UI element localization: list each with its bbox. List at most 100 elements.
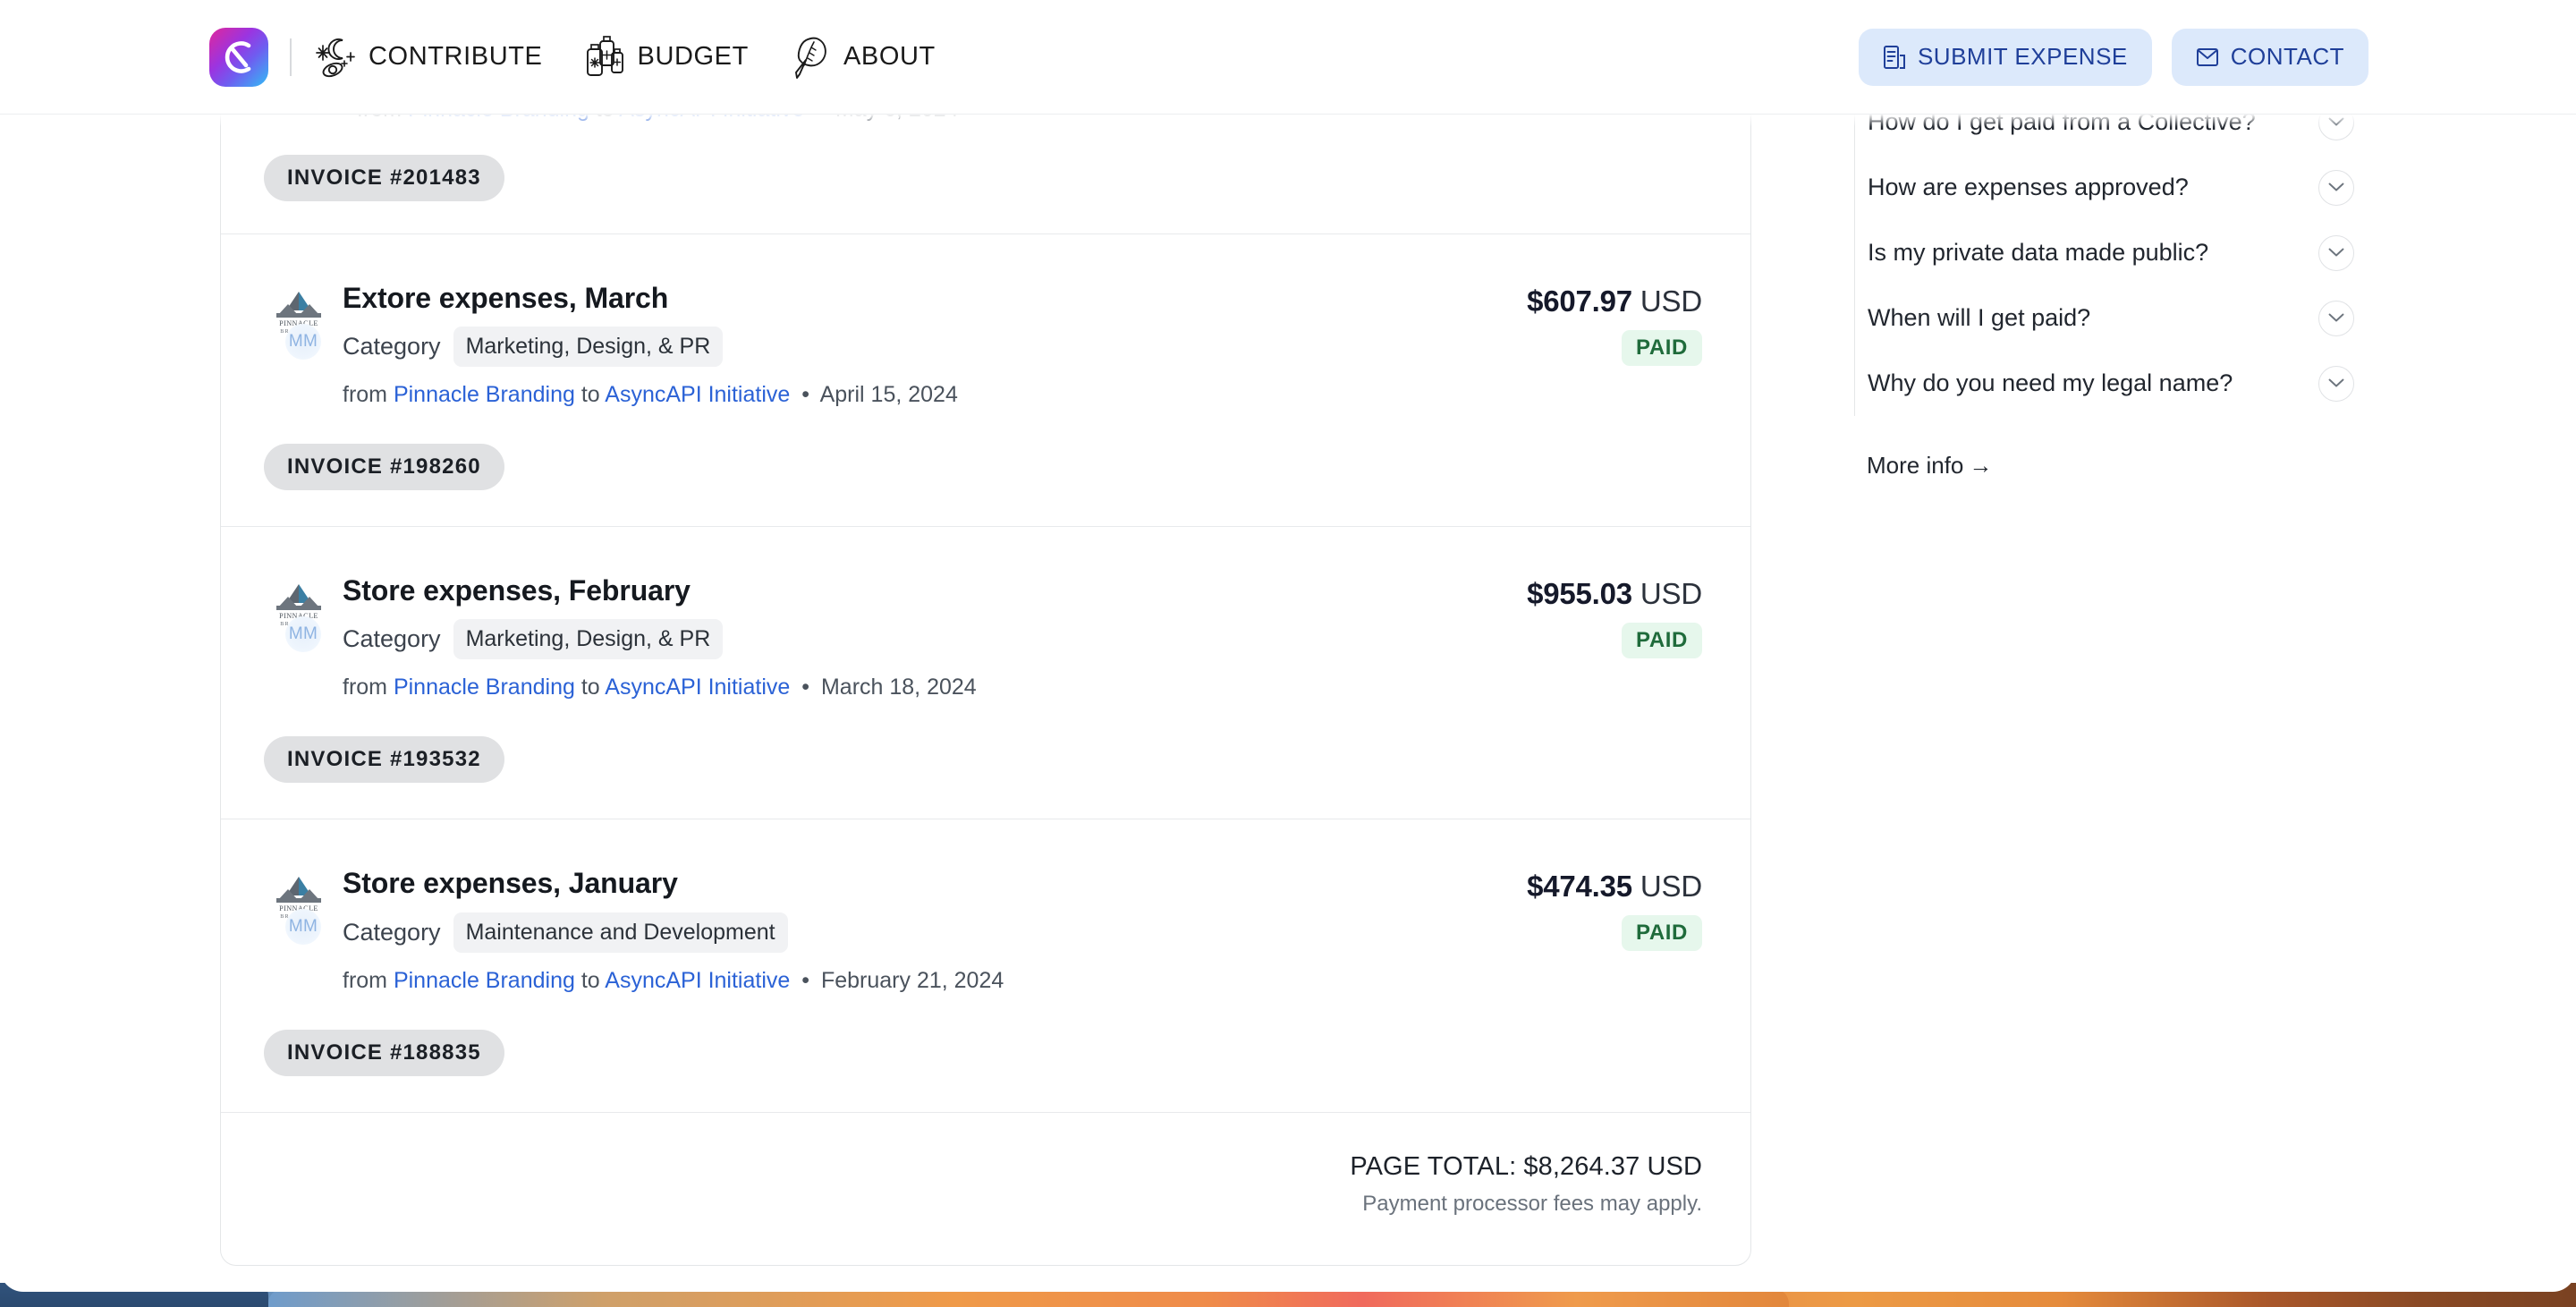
category-label: Category — [343, 333, 441, 361]
page-content: from Pinnacle Branding to AsyncAPI Initi… — [0, 0, 2576, 1292]
category-label: Category — [343, 625, 441, 653]
brand-logo-icon[interactable] — [209, 28, 268, 87]
amount-number: $955.03 — [1527, 577, 1632, 610]
expense-amount-block: $474.35 USD PAID — [1434, 868, 1702, 993]
arrow-right-icon: → — [1969, 452, 1992, 479]
from-label: from — [343, 382, 387, 407]
status-badge: PAID — [1622, 330, 1702, 366]
header-left: CONTRIBUTE BUDGET — [209, 28, 973, 87]
amount-currency: USD — [1640, 577, 1702, 610]
to-label: to — [581, 675, 600, 700]
collective-link[interactable]: AsyncAPI Initiative — [605, 968, 790, 993]
avatar-initials-badge: MM — [285, 616, 321, 652]
invoice-badge: INVOICE #201483 — [264, 155, 504, 201]
amount-number: $607.97 — [1527, 284, 1632, 318]
submit-expense-label: SUBMIT EXPENSE — [1918, 43, 2128, 71]
from-label: from — [343, 675, 387, 700]
header-actions: SUBMIT EXPENSE CONTACT — [1859, 29, 2368, 86]
avatar: PINNACLE BRANDING MM — [271, 873, 326, 936]
nav-label: CONTRIBUTE — [369, 42, 543, 72]
nav-item-contribute[interactable]: CONTRIBUTE — [311, 33, 543, 81]
expense-from-line: from Pinnacle Branding to AsyncAPI Initi… — [343, 382, 1434, 408]
status-badge: PAID — [1622, 623, 1702, 658]
more-info-link[interactable]: More info→ — [1867, 452, 1992, 480]
to-label: to — [581, 968, 600, 993]
avatar-initials-badge: MM — [285, 324, 321, 360]
expense-title[interactable]: Store expenses, January — [343, 868, 1434, 899]
envelope-icon — [2196, 47, 2219, 67]
category-label: Category — [343, 919, 441, 946]
expense-amount: $955.03 USD — [1434, 577, 1702, 611]
faq-question: Is my private data made public? — [1868, 238, 2208, 267]
collective-link[interactable]: AsyncAPI Initiative — [605, 675, 790, 700]
taskbar-window-pill — [268, 1289, 1789, 1307]
brand-divider — [290, 38, 292, 76]
expense-amount: $607.97 USD — [1434, 284, 1702, 318]
avatar: PINNACLE BRANDING MM — [271, 288, 326, 351]
chevron-down-icon[interactable] — [2318, 301, 2354, 336]
nav-label: BUDGET — [638, 42, 749, 72]
contact-button[interactable]: CONTACT — [2172, 29, 2368, 86]
amount-number: $474.35 — [1527, 870, 1632, 903]
from-label: from — [343, 968, 387, 993]
invoice-badge: INVOICE #188835 — [264, 1030, 504, 1076]
submit-expense-button[interactable]: SUBMIT EXPENSE — [1859, 29, 2152, 86]
amount-currency: USD — [1640, 284, 1702, 318]
faq-question: How are expenses approved? — [1868, 173, 2189, 201]
expense-category-line: Category Marketing, Design, & PR — [343, 327, 1434, 367]
jars-icon — [580, 33, 629, 81]
moon-stars-icon — [311, 33, 360, 81]
card-footer: PAGE TOTAL: $8,264.37 USD Payment proces… — [221, 1113, 1750, 1265]
expense-from-line: from Pinnacle Branding to AsyncAPI Initi… — [343, 968, 1434, 994]
category-chip: Marketing, Design, & PR — [453, 619, 724, 659]
collective-link[interactable]: AsyncAPI Initiative — [605, 382, 790, 407]
payee-link[interactable]: Pinnacle Branding — [394, 675, 575, 700]
separator-dot: • — [801, 382, 809, 407]
expense-amount: $474.35 USD — [1434, 870, 1702, 904]
faq-item[interactable]: How are expenses approved? — [1868, 155, 2354, 220]
expense-category-line: Category Marketing, Design, & PR — [343, 619, 1434, 659]
expense-title[interactable]: Store expenses, February — [343, 575, 1434, 607]
leaf-pen-icon — [786, 33, 835, 81]
site-header: CONTRIBUTE BUDGET — [0, 0, 2576, 115]
browser-window: from Pinnacle Branding to AsyncAPI Initi… — [0, 0, 2576, 1292]
avatar-initials-badge: MM — [285, 909, 321, 945]
expense-row[interactable]: PINNACLE BRANDING MM Store expenses, Jan… — [221, 819, 1750, 1112]
expense-amount-block: $955.03 USD PAID — [1434, 575, 1702, 700]
page-total: PAGE TOTAL: $8,264.37 USD — [269, 1152, 1702, 1182]
status-badge: PAID — [1622, 915, 1702, 951]
faq-sidebar: How do I get paid from a Collective? How… — [1867, 89, 2354, 480]
expense-row[interactable]: PINNACLE BRANDING MM Extore expenses, Ma… — [221, 234, 1750, 527]
nav-label: ABOUT — [843, 42, 936, 72]
expense-amount-block: $607.97 USD PAID — [1434, 283, 1702, 408]
chevron-down-icon[interactable] — [2318, 170, 2354, 206]
invoice-badge: INVOICE #193532 — [264, 736, 504, 783]
expenses-card: from Pinnacle Branding to AsyncAPI Initi… — [220, 0, 1751, 1266]
fees-note: Payment processor fees may apply. — [269, 1192, 1702, 1217]
expense-from-line: from Pinnacle Branding to AsyncAPI Initi… — [343, 675, 1434, 700]
faq-item[interactable]: When will I get paid? — [1868, 285, 2354, 351]
expense-row[interactable]: PINNACLE BRANDING MM Store expenses, Feb… — [221, 527, 1750, 819]
receipt-icon — [1883, 45, 1906, 70]
category-chip: Maintenance and Development — [453, 912, 788, 953]
expense-date: February 21, 2024 — [821, 968, 1004, 993]
contact-label: CONTACT — [2231, 43, 2344, 71]
expense-date: April 15, 2024 — [820, 382, 958, 407]
faq-list: How do I get paid from a Collective? How… — [1854, 89, 2354, 416]
to-label: to — [581, 382, 600, 407]
chevron-down-icon[interactable] — [2318, 366, 2354, 402]
expense-title[interactable]: Extore expenses, March — [343, 283, 1434, 314]
chevron-down-icon[interactable] — [2318, 235, 2354, 271]
expense-date: March 18, 2024 — [821, 675, 977, 700]
faq-item[interactable]: Why do you need my legal name? — [1868, 351, 2354, 416]
invoice-badge: INVOICE #198260 — [264, 444, 504, 490]
payee-link[interactable]: Pinnacle Branding — [394, 968, 575, 993]
more-info-label: More info — [1867, 452, 1963, 479]
nav-item-budget[interactable]: BUDGET — [580, 33, 749, 81]
faq-question: When will I get paid? — [1868, 303, 2090, 332]
nav-item-about[interactable]: ABOUT — [786, 33, 936, 81]
payee-link[interactable]: Pinnacle Branding — [394, 382, 575, 407]
faq-question: Why do you need my legal name? — [1868, 369, 2233, 397]
faq-item[interactable]: Is my private data made public? — [1868, 220, 2354, 285]
category-chip: Marketing, Design, & PR — [453, 327, 724, 367]
